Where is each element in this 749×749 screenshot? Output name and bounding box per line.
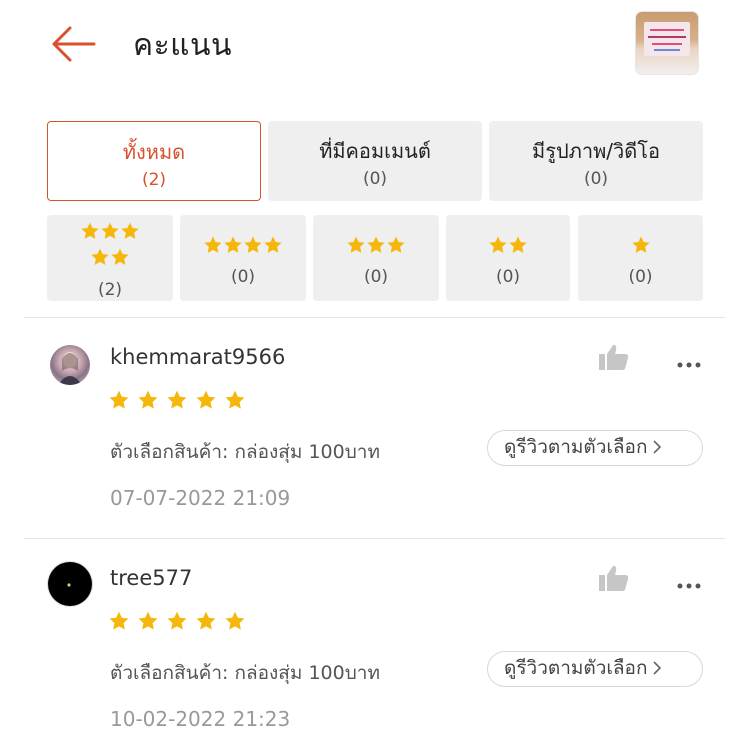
star-icon [195,389,217,411]
page-title: คะแนน [133,28,233,63]
star-icon [110,247,130,267]
star-icon [90,247,110,267]
star-filter-5-count: (2) [97,280,123,300]
star-icon [263,235,283,255]
thumbs-up-icon[interactable] [598,343,630,371]
star-filter-1-count: (0) [628,267,653,287]
tab-with-comments[interactable]: ที่มีคอมเมนต์ (0) [268,121,482,201]
tab-all-label: ทั้งหมด [122,140,186,164]
star-icon [137,610,159,632]
review-date: 07-07-2022 21:09 [110,486,291,510]
star-icon [488,235,508,255]
review-username[interactable]: tree577 [110,566,192,590]
star-icon [166,610,188,632]
star-icon [224,389,246,411]
chevron-right-icon [653,661,662,675]
view-by-variation-button[interactable]: ดูรีวิวตามตัวเลือก [487,430,703,466]
chevron-right-icon [653,440,662,454]
star-filter-4[interactable]: (0) [180,215,306,301]
star-filter-3[interactable]: (0) [313,215,439,301]
star-filter-1[interactable]: (0) [578,215,703,301]
review-variation: ตัวเลือกสินค้า: กล่องสุ่ม 100บาท [110,662,380,684]
star-icon [80,221,100,241]
view-by-variation-label: ดูรีวิวตามตัวเลือก [504,436,648,458]
view-by-variation-button[interactable]: ดูรีวิวตามตัวเลือก [487,651,703,687]
tab-with-media-count: (0) [583,169,609,189]
star-icon [108,389,130,411]
divider [24,538,725,539]
product-thumbnail[interactable] [636,12,698,74]
star-icon [223,235,243,255]
star-icon [224,610,246,632]
five-star-icons [47,221,173,241]
more-options-icon[interactable] [676,354,702,368]
tab-all[interactable]: ทั้งหมด (2) [47,121,261,201]
more-options-icon[interactable] [676,575,702,589]
avatar[interactable] [50,345,90,385]
star-icon [120,221,140,241]
back-arrow-icon[interactable] [48,24,98,64]
star-icon [243,235,263,255]
star-icon [631,235,651,255]
star-icon [100,221,120,241]
view-by-variation-label: ดูรีวิวตามตัวเลือก [504,657,648,679]
star-filter-5[interactable]: (2) [47,215,173,301]
review-date: 10-02-2022 21:23 [110,707,291,731]
star-icon [508,235,528,255]
star-filter-4-count: (0) [230,267,256,287]
tab-with-media[interactable]: มีรูปภาพ/วิดีโอ (0) [489,121,703,201]
review-username[interactable]: khemmarat9566 [110,345,285,369]
avatar[interactable] [48,562,92,606]
star-filter-2[interactable]: (0) [446,215,570,301]
thumbs-up-icon[interactable] [598,564,630,592]
star-icon [137,389,159,411]
star-icon [195,610,217,632]
star-filter-3-count: (0) [363,267,389,287]
two-star-icons [446,235,570,255]
tab-all-count: (2) [141,170,167,190]
four-star-icons [180,235,306,255]
star-icon [366,235,386,255]
divider [24,317,725,318]
review-variation: ตัวเลือกสินค้า: กล่องสุ่ม 100บาท [110,441,380,463]
tab-with-comments-count: (0) [362,169,388,189]
star-icon [166,389,188,411]
review-rating-stars [108,610,246,632]
star-filter-2-count: (0) [495,267,521,287]
tab-with-media-label: มีรูปภาพ/วิดีโอ [532,139,660,163]
star-icon [203,235,223,255]
star-icon [346,235,366,255]
star-icon [108,610,130,632]
one-star-icon [578,235,703,255]
star-icon [386,235,406,255]
tab-with-comments-label: ที่มีคอมเมนต์ [319,139,431,163]
review-rating-stars [108,389,246,411]
three-star-icons [313,235,439,255]
